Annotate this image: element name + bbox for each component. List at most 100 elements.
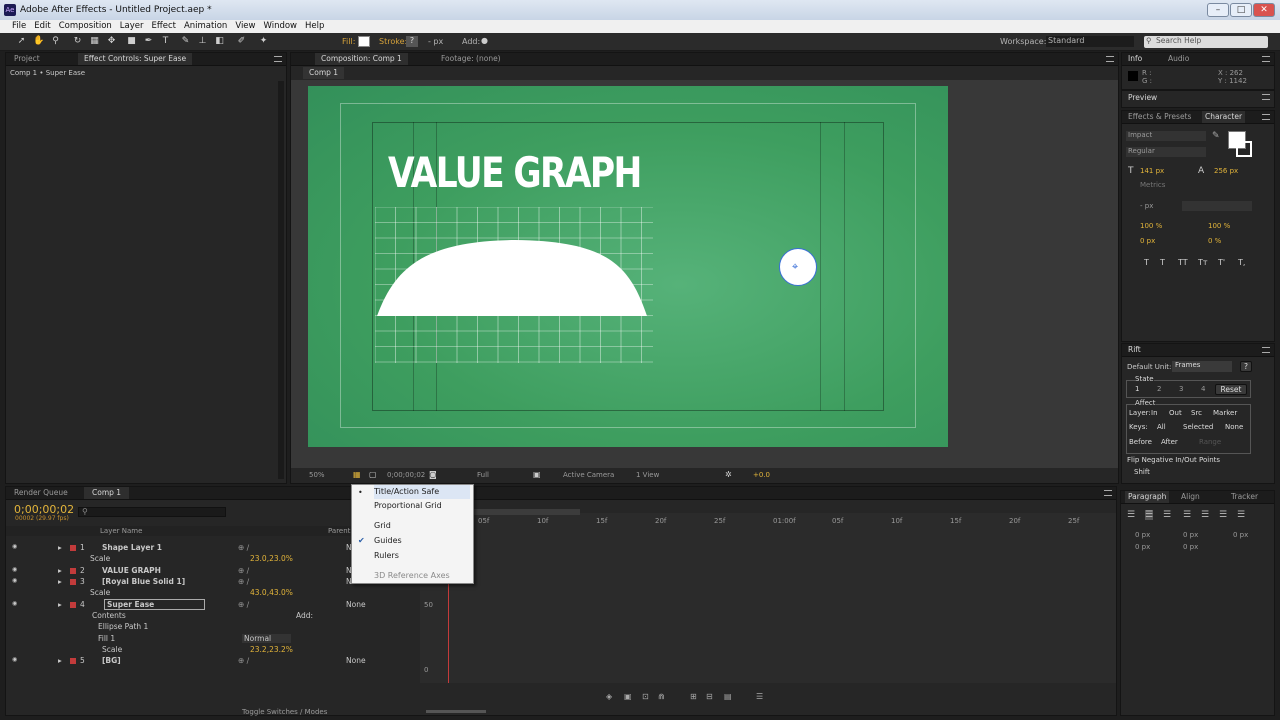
workspace-select[interactable]: Standard <box>1046 36 1134 47</box>
show-transform-box-icon[interactable]: ⊡ <box>642 692 649 701</box>
before-checkbox[interactable]: Before <box>1129 438 1152 446</box>
menu-animation[interactable]: Animation <box>180 20 231 31</box>
timeline-search-input[interactable]: ⚲ <box>78 507 226 517</box>
space-before-value[interactable]: 0 px <box>1135 543 1150 551</box>
close-button[interactable]: ✕ <box>1253 3 1275 17</box>
menu-rulers[interactable]: Rulers <box>374 549 399 563</box>
minimize-button[interactable]: – <box>1207 3 1229 17</box>
parent-column-header[interactable]: Parent <box>328 527 350 535</box>
grid-guide-options-icon[interactable]: ▦ <box>353 470 361 479</box>
property-value[interactable]: 23.2,23.2% <box>250 645 293 654</box>
layer-name-column-header[interactable]: Layer Name <box>100 527 142 535</box>
state-4-radio[interactable]: 4 <box>1201 385 1205 393</box>
space-after-value[interactable]: 0 px <box>1183 543 1198 551</box>
tab-preview[interactable]: Preview <box>1128 92 1157 104</box>
small-caps-button[interactable]: Tт <box>1198 258 1208 267</box>
timeline-menu-icon[interactable] <box>1104 490 1112 496</box>
search-help-input[interactable]: ⚲ Search Help <box>1144 36 1268 48</box>
horizontal-scale-value[interactable]: 100 % <box>1208 222 1230 230</box>
comp-canvas[interactable]: VALUE GRAPH ⌖ <box>308 86 948 447</box>
graph-type-icon[interactable]: ▣ <box>624 692 632 701</box>
property-name[interactable]: Ellipse Path 1 <box>98 622 148 631</box>
property-row[interactable]: Ellipse Path 1 <box>6 621 414 632</box>
layer-name[interactable]: [BG] <box>102 656 121 665</box>
clone-tool-icon[interactable]: ⊥ <box>197 36 208 47</box>
kerning-value[interactable]: Metrics <box>1140 181 1165 189</box>
resolution-select[interactable]: Full <box>477 471 489 479</box>
rectangle-tool-icon[interactable]: ■ <box>126 36 137 47</box>
property-row[interactable]: Fill 1 Normal <box>6 633 414 644</box>
after-checkbox[interactable]: After <box>1161 438 1178 446</box>
rift-help-button[interactable]: ? <box>1240 361 1252 372</box>
graph-select-property-icon[interactable]: ◈ <box>606 692 612 701</box>
parent-select[interactable]: None <box>346 656 366 665</box>
tab-info[interactable]: Info <box>1128 53 1142 65</box>
keys-none-radio[interactable]: None <box>1225 423 1243 431</box>
label-color-swatch[interactable] <box>70 658 76 664</box>
expand-twirl-icon[interactable]: ▸ <box>58 543 62 552</box>
align-right-icon[interactable]: ☰ <box>1163 510 1171 520</box>
state-3-radio[interactable]: 3 <box>1179 385 1183 393</box>
subscript-button[interactable]: T, <box>1238 258 1245 267</box>
property-name[interactable]: Scale <box>90 554 110 563</box>
camera-tool-icon[interactable]: ▦ <box>89 36 100 47</box>
time-ruler[interactable]: 05f 10f 15f 20f 25f 01:00f 05f 10f 15f 20f 25f <box>420 517 1116 527</box>
menu-file[interactable]: File <box>8 20 30 31</box>
fill-swatch[interactable] <box>358 36 370 47</box>
align-center-icon[interactable]: ☰ <box>1145 510 1154 520</box>
menu-title-action-safe[interactable]: Title/Action Safe <box>374 485 470 499</box>
faux-bold-button[interactable]: T <box>1144 258 1149 267</box>
layer-name[interactable]: Shape Layer 1 <box>102 543 162 552</box>
separate-dimensions-icon[interactable]: ▤ <box>724 692 732 701</box>
range-checkbox[interactable]: Range <box>1199 438 1221 446</box>
fit-selection-icon[interactable]: ⊞ <box>690 692 697 701</box>
graph-editor[interactable]: 05f 10f 15f 20f 25f 01:00f 05f 10f 15f 20f 25f 50 … <box>420 509 1116 683</box>
layer-row[interactable]: ◉ ▸ 5 None ⊕ ∕ [BG] <box>6 655 414 666</box>
preview-menu-icon[interactable] <box>1262 94 1270 100</box>
eyedropper-icon[interactable]: ✎ <box>1212 131 1220 141</box>
visibility-eye-icon[interactable]: ◉ <box>12 600 17 607</box>
layer-switches[interactable]: ⊕ ∕ <box>238 543 249 552</box>
maximize-button[interactable]: □ <box>1230 3 1252 17</box>
keys-all-radio[interactable]: All <box>1157 423 1166 431</box>
property-name[interactable]: Fill 1 <box>98 634 115 643</box>
menu-layer[interactable]: Layer <box>116 20 148 31</box>
tab-rift[interactable]: Rift <box>1128 344 1141 356</box>
view-layout-select[interactable]: 1 View <box>636 471 659 479</box>
indent-right-value[interactable]: 0 px <box>1183 531 1198 539</box>
stroke-swatch[interactable]: ? <box>406 36 418 47</box>
tab-composition[interactable]: Composition: Comp 1 <box>315 53 408 65</box>
keys-selected-radio[interactable]: Selected <box>1183 423 1213 431</box>
tab-effects-presets[interactable]: Effects & Presets <box>1128 111 1191 123</box>
property-row[interactable]: Contents Add: <box>6 610 414 621</box>
stroke-width[interactable]: - px <box>428 37 443 46</box>
menu-proportional-grid[interactable]: Proportional Grid <box>374 499 442 513</box>
flip-negative-checkbox[interactable]: Flip Negative In/Out Points <box>1127 456 1220 464</box>
type-tool-icon[interactable]: T <box>160 36 171 47</box>
label-color-swatch[interactable] <box>70 568 76 574</box>
justify-center-icon[interactable]: ☰ <box>1201 510 1209 520</box>
baseline-shift-value[interactable]: 0 px <box>1140 237 1155 245</box>
toggle-switches-modes[interactable]: Toggle Switches / Modes <box>242 708 327 716</box>
brush-tool-icon[interactable]: ✎ <box>180 36 191 47</box>
exposure-value[interactable]: +0.0 <box>753 471 770 479</box>
expand-twirl-icon[interactable]: ▸ <box>58 566 62 575</box>
tab-character[interactable]: Character <box>1202 111 1246 123</box>
layer-out-checkbox[interactable]: Out <box>1169 409 1182 417</box>
menu-window[interactable]: Window <box>259 20 301 31</box>
region-interest-icon[interactable]: ▣ <box>533 470 541 479</box>
state-1-radio[interactable]: 1 <box>1135 385 1139 393</box>
superscript-button[interactable]: T' <box>1218 258 1225 267</box>
align-left-icon[interactable]: ☰ <box>1127 510 1135 520</box>
add-icon[interactable]: ● <box>481 36 488 45</box>
label-color-swatch[interactable] <box>70 579 76 585</box>
tsume-value[interactable]: 0 % <box>1208 237 1221 245</box>
edit-keyframe-icon[interactable]: ☰ <box>756 692 763 701</box>
faux-italic-button[interactable]: T <box>1160 258 1165 267</box>
menu-help[interactable]: Help <box>301 20 328 31</box>
snap-icon[interactable]: ⋒ <box>658 692 665 701</box>
pan-behind-tool-icon[interactable]: ✥ <box>106 36 117 47</box>
fast-preview-icon[interactable]: ✲ <box>725 470 732 479</box>
pen-tool-icon[interactable]: ✒ <box>143 36 154 47</box>
visibility-eye-icon[interactable]: ◉ <box>12 577 17 584</box>
